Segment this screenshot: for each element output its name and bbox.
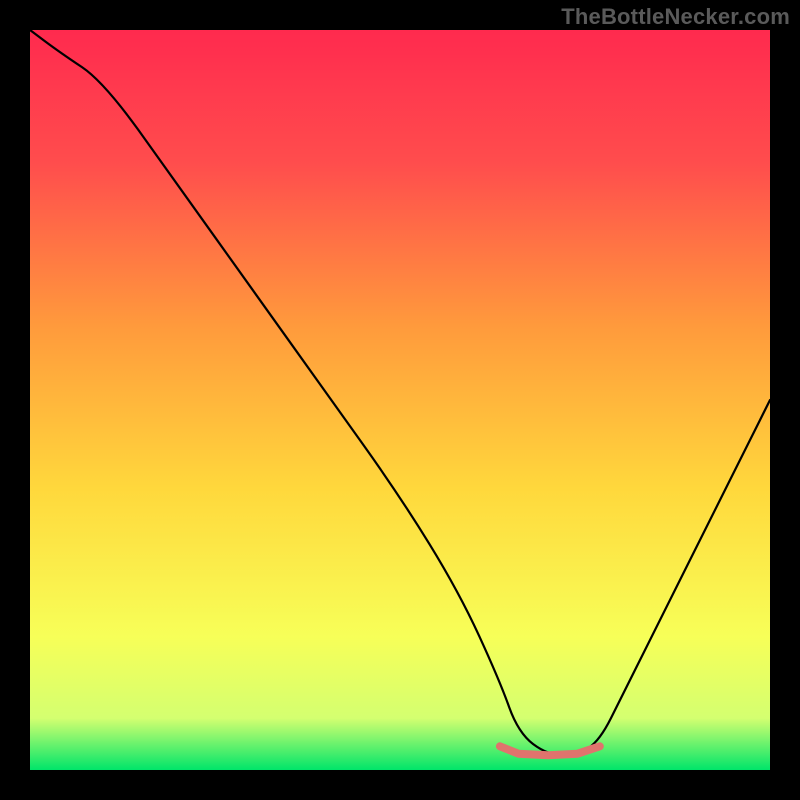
- gradient-background: [30, 30, 770, 770]
- bottleneck-chart: [30, 30, 770, 770]
- watermark-text: TheBottleNecker.com: [561, 4, 790, 30]
- chart-frame: TheBottleNecker.com: [0, 0, 800, 800]
- plot-area: [30, 30, 770, 770]
